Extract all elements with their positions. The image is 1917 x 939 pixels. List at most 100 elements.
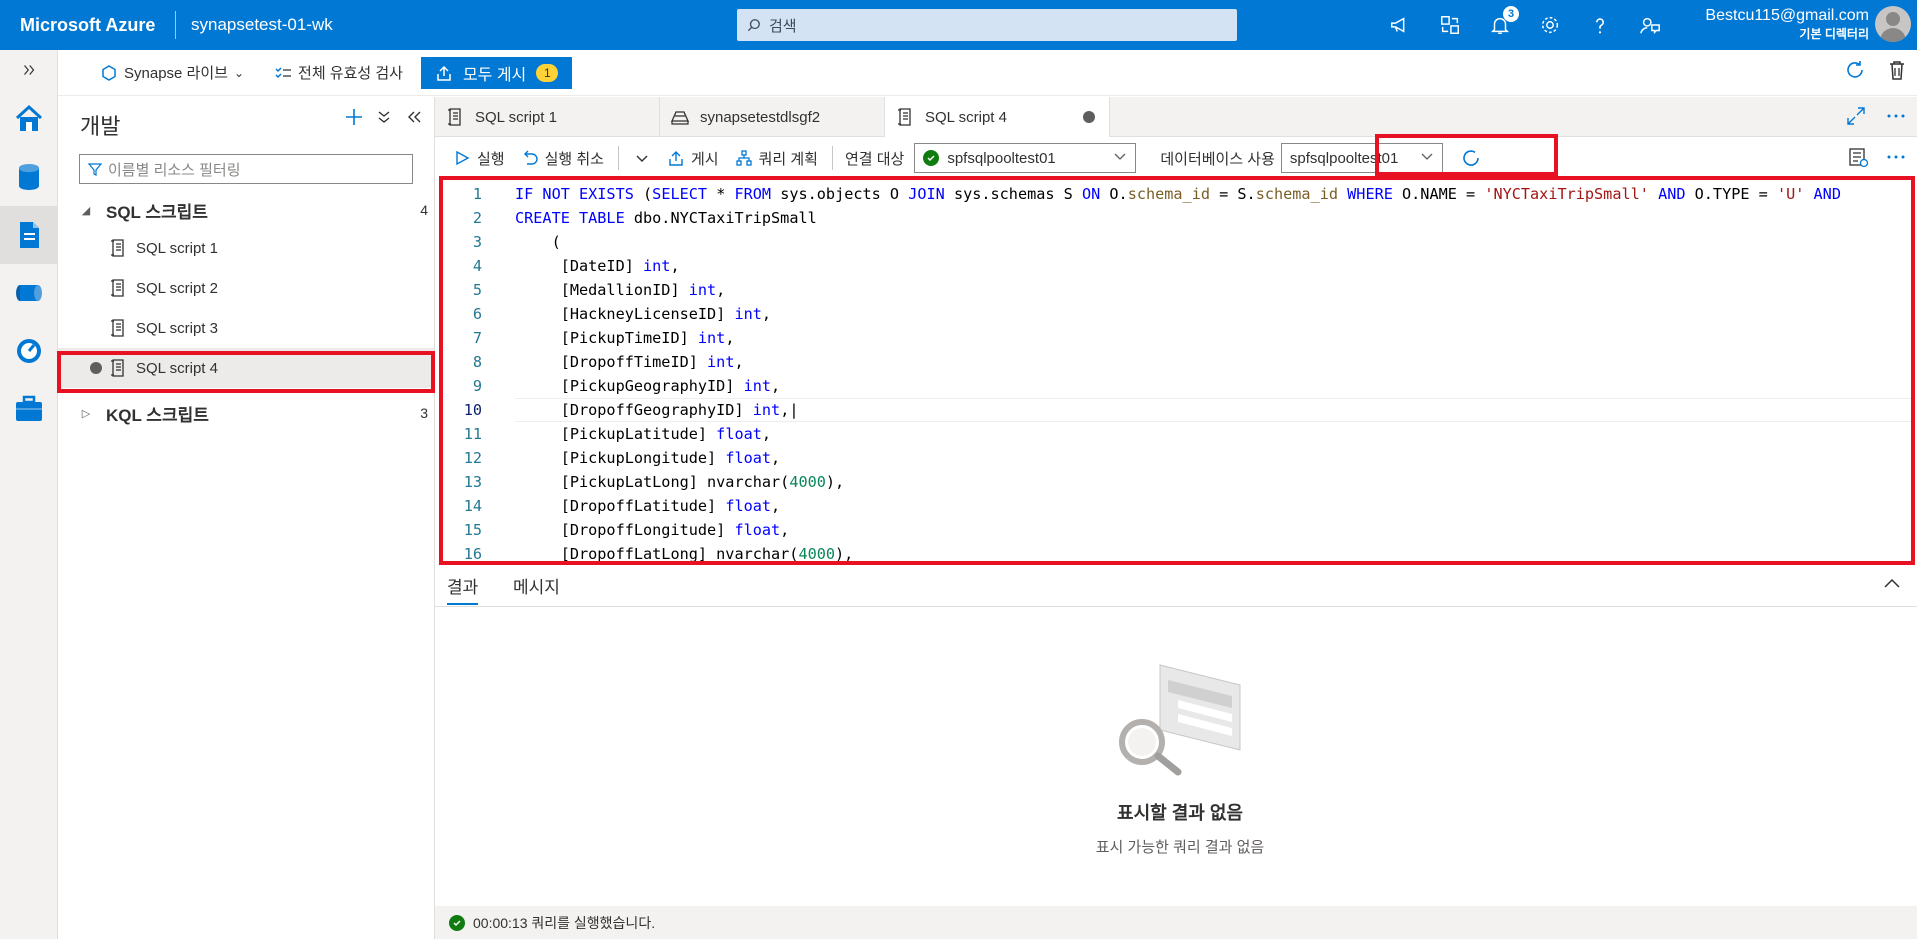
cancel-run-label: 실행 취소 <box>544 150 604 168</box>
properties-icon[interactable] <box>1847 146 1869 168</box>
script-icon <box>111 319 124 337</box>
code-line: 11 [PickupLatitude] float, <box>463 425 772 443</box>
chevron-down-icon <box>1113 149 1127 167</box>
workspace-name[interactable]: synapsetest-01-wk <box>191 15 333 35</box>
tree-item-sql-script-4[interactable]: SQL script 4 <box>58 348 434 388</box>
connect-to-value: spfsqlpooltest01 <box>947 149 1056 167</box>
tab-messages[interactable]: 메시지 <box>513 573 560 605</box>
more-icon[interactable] <box>1885 146 1907 168</box>
query-plan-label: 쿼리 계획 <box>758 150 818 168</box>
chevron-down-icon[interactable] <box>625 142 659 174</box>
chevron-up-icon[interactable] <box>1881 573 1903 595</box>
integrate-icon[interactable] <box>0 264 58 322</box>
publish-count-badge: 1 <box>536 63 559 82</box>
help-icon[interactable] <box>1575 0 1625 50</box>
add-icon[interactable] <box>344 107 364 127</box>
account-info[interactable]: Bestcu115@gmail.com 기본 디렉터리 <box>1705 7 1869 43</box>
brand-label[interactable]: Microsoft Azure <box>0 15 175 36</box>
filter-icon <box>88 163 102 176</box>
code-line: 1 IF NOT EXISTS (SELECT * FROM sys.object… <box>472 185 1841 203</box>
synapse-icon <box>102 64 116 81</box>
cancel-run-button[interactable]: 실행 취소 <box>513 142 612 174</box>
collapse-panel-icon[interactable] <box>404 107 424 127</box>
use-database-label: 데이터베이스 사용 <box>1160 150 1275 168</box>
script-icon <box>448 108 461 126</box>
announcement-icon[interactable] <box>1375 0 1425 50</box>
publish-all-button[interactable]: 모두 게시 1 <box>420 56 573 89</box>
feedback-icon[interactable] <box>1625 0 1675 50</box>
tree-group-count: 4 <box>420 202 428 218</box>
more-icon[interactable] <box>1885 105 1907 127</box>
query-plan-button[interactable]: 쿼리 계획 <box>727 142 826 174</box>
validate-all-label: 전체 유효성 검사 <box>298 65 403 82</box>
tab-label: synapsetestdlsgf2 <box>700 108 821 126</box>
tab-results[interactable]: 결과 <box>447 573 479 605</box>
expand-nav-icon[interactable] <box>0 50 58 90</box>
publish-button[interactable]: 게시 <box>659 142 727 174</box>
collapse-all-icon[interactable] <box>374 107 394 127</box>
refresh-icon[interactable] <box>1459 146 1483 170</box>
validate-all-button[interactable]: 전체 유효성 검사 <box>262 57 415 89</box>
toolbar-right-actions <box>1847 146 1907 168</box>
unsaved-dot[interactable] <box>1083 111 1095 123</box>
data-icon[interactable] <box>0 148 58 206</box>
left-nav-rail <box>0 50 58 939</box>
code-line: 15 [DropoffLongitude] float, <box>463 521 790 539</box>
tree-item-label: SQL script 4 <box>136 359 218 377</box>
use-database-dropdown[interactable]: spfsqlpooltest01 <box>1280 143 1443 173</box>
tab-sql-script-4[interactable]: SQL script 4 <box>885 97 1110 137</box>
tree-item-label: SQL script 1 <box>136 239 218 257</box>
manage-icon[interactable] <box>0 380 58 438</box>
no-results-illustration-icon <box>1119 664 1241 776</box>
tab-sql-script-1[interactable]: SQL script 1 <box>435 97 660 137</box>
connect-to-dropdown[interactable]: spfsqlpooltest01 <box>914 143 1137 173</box>
sql-code-editor[interactable]: 1 IF NOT EXISTS (SELECT * FROM sys.object… <box>440 180 1917 562</box>
upload-icon <box>669 151 683 166</box>
tree-item-sql-script-1[interactable]: SQL script 1 <box>58 228 434 268</box>
develop-icon[interactable] <box>0 206 58 264</box>
develop-panel: 개발 이름별 리소스 필터링 ◢ SQL 스크립트 4 SQL script 1… <box>58 97 435 939</box>
search-input[interactable]: 검색 <box>737 9 1237 41</box>
settings-gear-icon[interactable] <box>1525 0 1575 50</box>
status-text: 00:00:13 쿼리를 실행했습니다. <box>473 914 656 931</box>
script-icon <box>898 108 911 126</box>
check-icon <box>923 150 940 166</box>
command-bar: Synapse 라이브 ⌄ 전체 유효성 검사 모두 게시 1 <box>58 50 1917 96</box>
top-icon-group: 3 <box>1375 0 1675 50</box>
tree-group-sql-scripts[interactable]: ◢ SQL 스크립트 4 <box>68 193 428 227</box>
notifications-icon[interactable]: 3 <box>1475 0 1525 50</box>
script-icon <box>111 279 124 297</box>
run-label: 실행 <box>477 150 505 168</box>
run-button[interactable]: 실행 <box>445 142 513 174</box>
empty-results-title: 표시할 결과 없음 <box>1117 803 1243 823</box>
discard-icon[interactable] <box>1885 58 1909 82</box>
refresh-icon[interactable] <box>1843 58 1867 82</box>
tree-item-sql-script-2[interactable]: SQL script 2 <box>58 268 434 308</box>
upload-icon <box>437 65 451 81</box>
tree-group-kql-scripts[interactable]: ▷ KQL 스크립트 3 <box>68 396 428 430</box>
home-icon[interactable] <box>0 90 58 148</box>
tree-item-sql-script-3[interactable]: SQL script 3 <box>58 308 434 348</box>
resource-filter-input[interactable]: 이름별 리소스 필터링 <box>79 154 413 184</box>
notification-count-badge: 3 <box>1503 6 1519 22</box>
divider <box>175 11 176 39</box>
search-placeholder: 검색 <box>769 17 797 35</box>
synapse-live-label: Synapse 라이브 <box>124 65 228 82</box>
empty-results-subtitle: 표시 가능한 쿼리 결과 없음 <box>1095 839 1265 856</box>
expanded-triangle-icon: ◢ <box>81 204 91 217</box>
chevron-down-icon <box>1420 149 1434 167</box>
synapse-live-dropdown[interactable]: Synapse 라이브 ⌄ <box>88 57 256 89</box>
command-bar-right <box>1843 58 1917 82</box>
monitor-icon[interactable] <box>0 322 58 380</box>
top-bar: Microsoft Azure synapsetest-01-wk 검색 3 B… <box>0 0 1917 50</box>
code-line: 4 [DateID] int, <box>472 257 680 275</box>
tree-group-count: 3 <box>420 405 428 421</box>
tab-synapsetestdlsgf2[interactable]: synapsetestdlsgf2 <box>660 97 885 137</box>
code-line: 12 [PickupLongitude] float, <box>463 449 781 467</box>
tree-item-label: SQL script 3 <box>136 319 218 337</box>
tree-group-label: KQL 스크립트 <box>106 405 209 425</box>
directory-switch-icon[interactable] <box>1425 0 1475 50</box>
expand-icon[interactable] <box>1845 105 1867 127</box>
code-line-current: 10 [DropoffGeographyID] int,| <box>440 398 1917 422</box>
avatar[interactable] <box>1875 6 1911 42</box>
